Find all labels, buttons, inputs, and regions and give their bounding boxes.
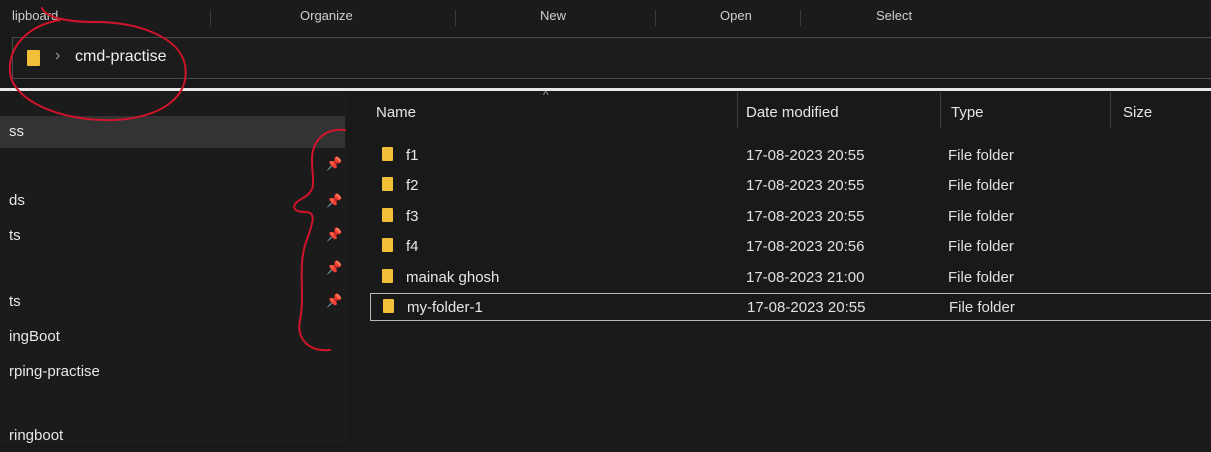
file-name: f2	[406, 177, 419, 194]
divider	[0, 88, 1211, 91]
file-name: my-folder-1	[407, 299, 483, 316]
file-date: 17-08-2023 21:00	[746, 269, 865, 286]
pin-icon[interactable]: 📌	[326, 293, 342, 309]
column-header-label: Type	[951, 104, 984, 121]
file-date: 17-08-2023 20:55	[747, 299, 866, 316]
nav-item[interactable]: ts	[0, 220, 345, 252]
nav-item-label: ringboot	[9, 427, 64, 444]
file-row[interactable]: f1 17-08-2023 20:55 File folder	[370, 142, 1211, 170]
file-name: f3	[406, 208, 419, 225]
nav-item-label: ingBoot	[9, 328, 60, 345]
file-list: ^ Name Date modified Type Size f1 17-08-…	[347, 88, 1211, 445]
file-row-selected[interactable]: my-folder-1 17-08-2023 20:55 File folder	[370, 293, 1211, 321]
column-header-label: Size	[1123, 104, 1153, 121]
nav-item-label: ds	[9, 192, 25, 209]
ribbon-group-open[interactable]: Open	[720, 8, 752, 23]
breadcrumb-current-folder[interactable]: cmd-practise	[75, 48, 167, 66]
nav-item[interactable]: rping-practise	[0, 356, 345, 388]
file-type: File folder	[948, 177, 1014, 194]
pin-icon[interactable]: 📌	[326, 193, 342, 209]
ribbon-separator	[455, 10, 456, 26]
column-header-label: Name	[376, 104, 417, 121]
column-header-type[interactable]: Type	[941, 92, 1110, 130]
folder-icon	[383, 299, 394, 313]
nav-item[interactable]: ts	[0, 286, 345, 318]
breadcrumb-chevron-icon[interactable]: ›	[55, 47, 60, 65]
ribbon-group-new[interactable]: New	[540, 8, 566, 23]
nav-item[interactable]: ss	[0, 116, 345, 148]
file-name: f4	[406, 238, 419, 255]
file-date: 17-08-2023 20:55	[746, 147, 865, 164]
address-bar[interactable]: › cmd-practise	[12, 37, 1211, 79]
ribbon: lipboard Organize New Open Select	[0, 0, 1211, 30]
file-type: File folder	[948, 269, 1014, 286]
nav-item[interactable]	[0, 253, 345, 285]
folder-icon	[382, 269, 393, 283]
column-header-label: Date modified	[746, 104, 839, 121]
file-type: File folder	[948, 208, 1014, 225]
nav-item-label: ss	[9, 123, 24, 140]
pin-icon[interactable]: 📌	[326, 227, 342, 243]
file-row[interactable]: f3 17-08-2023 20:55 File folder	[370, 203, 1211, 231]
nav-item[interactable]: ringboot	[0, 420, 345, 452]
file-date: 17-08-2023 20:56	[746, 238, 865, 255]
nav-item[interactable]: ds	[0, 185, 345, 217]
ribbon-separator	[800, 10, 801, 26]
ribbon-separator	[210, 10, 211, 26]
file-type: File folder	[948, 238, 1014, 255]
ribbon-group-clipboard[interactable]: lipboard	[12, 8, 58, 23]
pin-icon[interactable]: 📌	[326, 156, 342, 172]
file-row[interactable]: mainak ghosh 17-08-2023 21:00 File folde…	[370, 264, 1211, 292]
nav-item[interactable]	[0, 389, 345, 421]
nav-item-label: ts	[9, 293, 21, 310]
file-date: 17-08-2023 20:55	[746, 177, 865, 194]
folder-icon	[382, 147, 393, 161]
column-header-name[interactable]: Name	[347, 92, 737, 130]
file-type: File folder	[948, 147, 1014, 164]
file-name: f1	[406, 147, 419, 164]
file-row[interactable]: f4 17-08-2023 20:56 File folder	[370, 233, 1211, 261]
nav-item-label: ts	[9, 227, 21, 244]
file-date: 17-08-2023 20:55	[746, 208, 865, 225]
ribbon-group-organize[interactable]: Organize	[300, 8, 353, 23]
file-row[interactable]: f2 17-08-2023 20:55 File folder	[370, 172, 1211, 200]
nav-item[interactable]: ingBoot	[0, 321, 345, 353]
file-type: File folder	[949, 299, 1015, 316]
folder-icon	[382, 177, 393, 191]
pin-icon[interactable]: 📌	[326, 260, 342, 276]
folder-icon	[27, 50, 40, 66]
column-header-size[interactable]: Size	[1111, 92, 1211, 130]
nav-item[interactable]	[0, 152, 345, 184]
column-header-date[interactable]: Date modified	[738, 92, 940, 130]
ribbon-separator	[655, 10, 656, 26]
file-name: mainak ghosh	[406, 269, 500, 286]
folder-icon	[382, 238, 393, 252]
nav-item-label: rping-practise	[9, 363, 100, 380]
ribbon-group-select[interactable]: Select	[876, 8, 912, 23]
folder-icon	[382, 208, 393, 222]
navigation-pane: ss ds ts ts ingBoot rping-practise ringb…	[0, 92, 347, 445]
